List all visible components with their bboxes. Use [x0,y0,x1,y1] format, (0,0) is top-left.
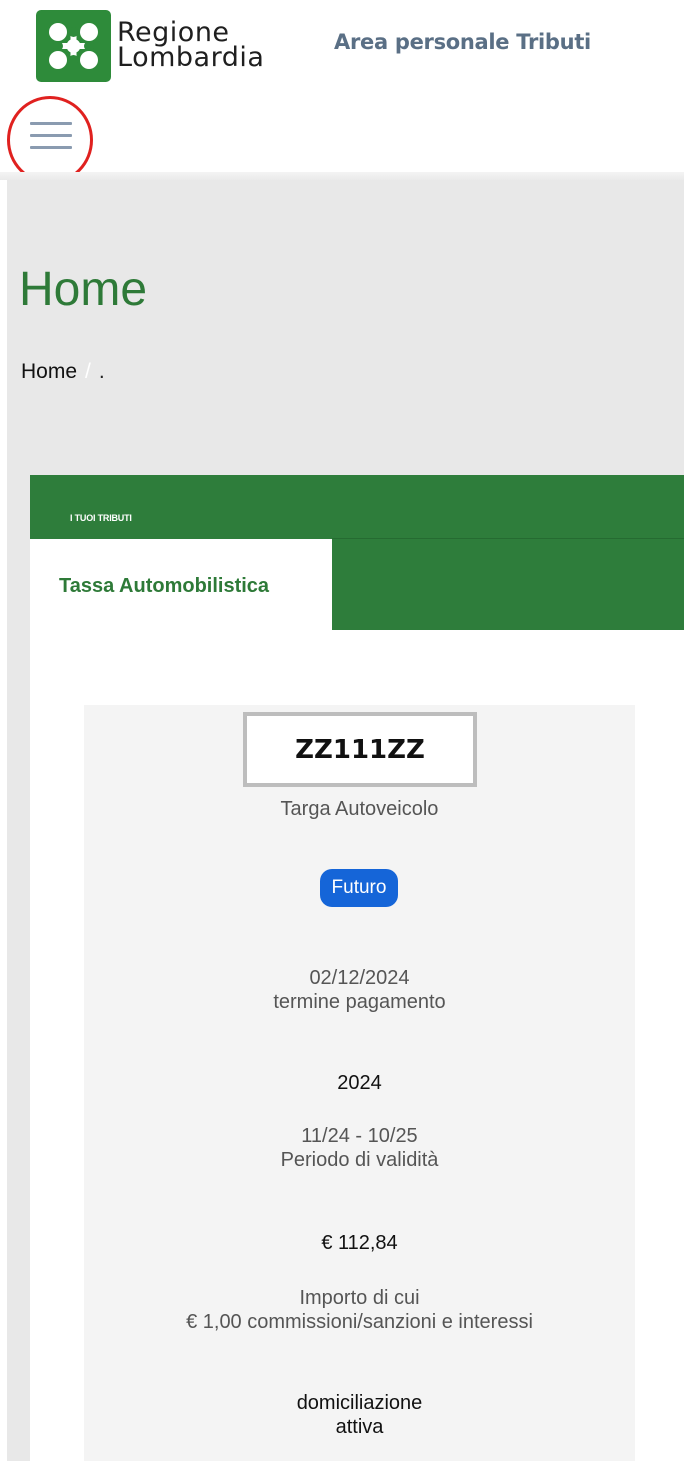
amount-label: Importo di cui [299,1287,420,1309]
direct-debit-status-value: attiva [335,1416,384,1438]
panel-header: I TUOI TRIBUTI Tassa Automobilistica [30,475,684,630]
breadcrumb: Home /. [21,360,105,384]
tab-tassa-automobilistica[interactable]: Tassa Automobilistica [30,539,332,630]
validity-period: 11/24 - 10/25 [301,1125,418,1147]
hamburger-menu-icon[interactable] [30,118,72,154]
due-date: 02/12/2024 [309,967,410,989]
page-title: Home [19,263,148,316]
due-date-label: termine pagamento [273,991,446,1013]
tributi-panel: I TUOI TRIBUTI Tassa Automobilistica ZZ1… [30,475,684,1461]
breadcrumb-current: . [98,360,105,383]
vehicle-tax-card: ZZ111ZZ Targa Autoveicolo Futuro 02/12/2… [84,705,635,1461]
brand-name-line2: Lombardia [117,42,265,73]
area-title-link[interactable]: Area personale Tributi [334,30,591,54]
tab-label: Tassa Automobilistica [59,575,270,597]
tax-year: 2024 [337,1072,382,1094]
amount-detail: € 1,00 commissioni/sanzioni e interessi [186,1311,533,1333]
direct-debit-status: domiciliazione [296,1392,423,1414]
menu-bar [30,146,72,149]
top-header: Regione Lombardia Area personale Tributi [0,0,684,184]
tab-bar-line [332,538,684,539]
license-plate: ZZ111ZZ [243,712,477,787]
breadcrumb-separator: / [85,360,91,383]
menu-bar [30,134,72,137]
amount-total: € 112,84 [321,1232,398,1254]
breadcrumb-home-link[interactable]: Home [21,360,77,383]
menu-bar [30,122,72,125]
header-divider [0,172,684,180]
plate-label: Targa Autoveicolo [280,798,439,820]
rosa-camuna-icon [49,23,98,69]
panel-kicker: I TUOI TRIBUTI [70,513,132,523]
license-plate-number: ZZ111ZZ [295,734,425,765]
validity-label: Periodo di validità [280,1149,439,1171]
regione-lombardia-logo[interactable] [36,10,111,82]
status-badge: Futuro [320,869,398,907]
